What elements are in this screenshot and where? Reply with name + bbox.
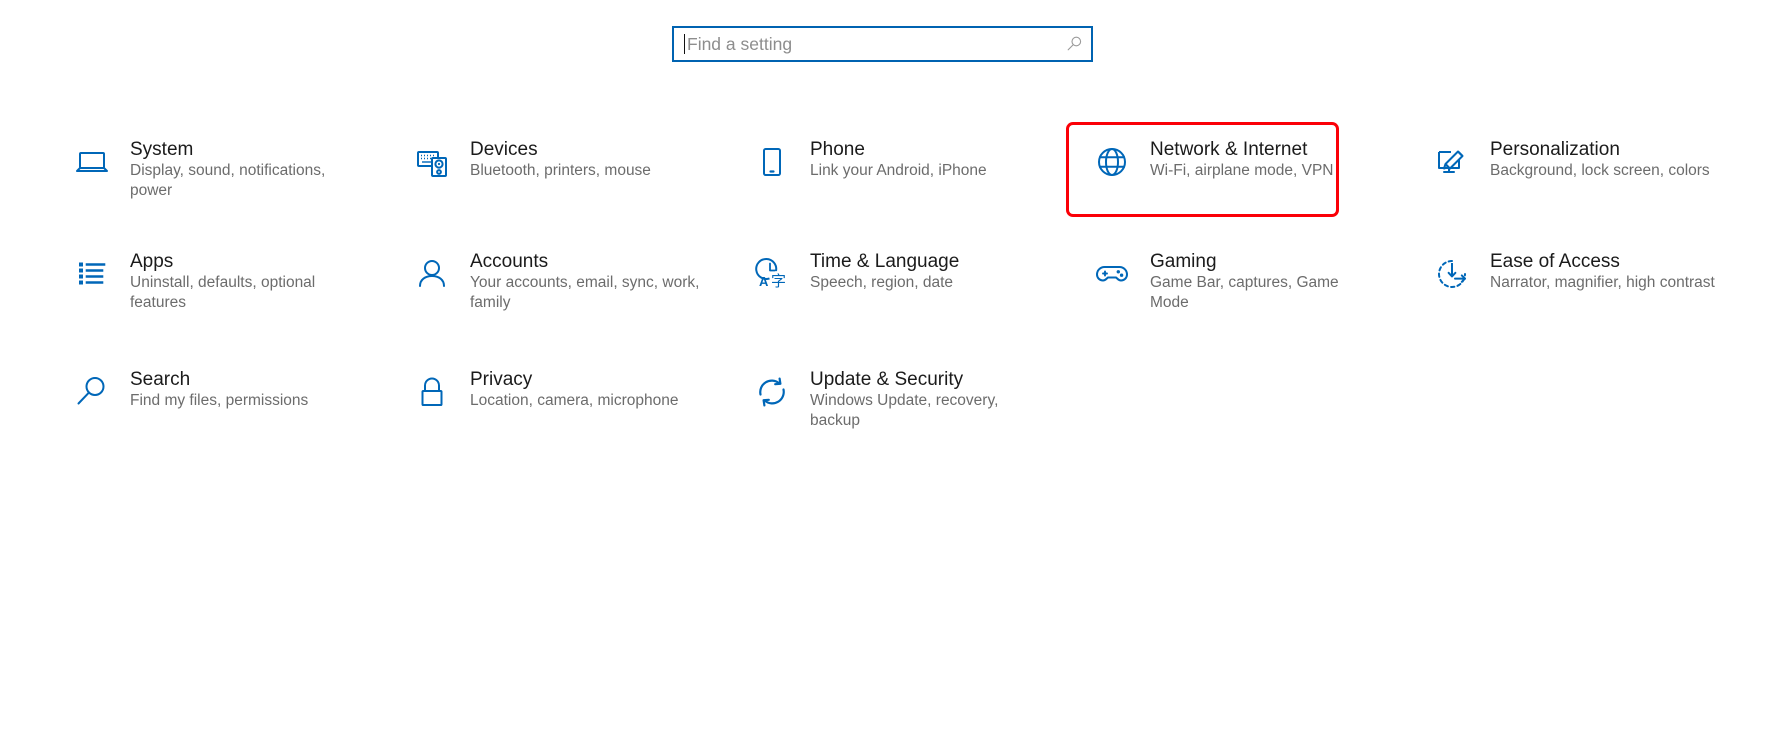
svg-text:字: 字 <box>771 272 786 290</box>
tile-text: Phone Link your Android, iPhone <box>810 138 987 181</box>
tile-title: Apps <box>130 251 174 272</box>
tile-devices[interactable]: Devices Bluetooth, printers, mouse <box>396 124 736 198</box>
bulleted-list-icon <box>70 252 114 296</box>
tile-text: Gaming Game Bar, captures, Game Mode <box>1150 250 1380 313</box>
tile-empty <box>1076 354 1416 382</box>
monitor-paintbrush-icon <box>1430 140 1474 184</box>
tile-title: Personalization <box>1490 139 1620 160</box>
tile-text: Network & Internet Wi-Fi, airplane mode,… <box>1150 138 1333 181</box>
tile-description: Bluetooth, printers, mouse <box>470 161 651 179</box>
tile-title: Phone <box>810 139 865 160</box>
gamepad-icon <box>1090 252 1134 296</box>
tile-description: Link your Android, iPhone <box>810 161 987 179</box>
laptop-icon <box>70 140 114 184</box>
tile-text: Devices Bluetooth, printers, mouse <box>470 138 651 181</box>
tile-network-and-internet[interactable]: Network & Internet Wi-Fi, airplane mode,… <box>1076 124 1416 198</box>
tile-row: Search Find my files, permissions Privac… <box>56 354 1756 472</box>
text-caret <box>684 34 685 54</box>
settings-search-bar[interactable] <box>672 26 1093 62</box>
tile-description: Display, sound, notifications, power <box>130 161 326 199</box>
tile-row: System Display, sound, notifications, po… <box>56 124 1756 236</box>
tile-text: Search Find my files, permissions <box>130 368 308 411</box>
search-icon[interactable] <box>1063 33 1085 55</box>
tile-ease-of-access[interactable]: Ease of Access Narrator, magnifier, high… <box>1416 236 1756 310</box>
tile-title: Privacy <box>470 369 533 390</box>
tile-title: Devices <box>470 139 538 160</box>
tile-privacy[interactable]: Privacy Location, camera, microphone <box>396 354 736 428</box>
padlock-icon <box>410 370 454 414</box>
tile-title: Gaming <box>1150 251 1217 272</box>
tile-text: Privacy Location, camera, microphone <box>470 368 679 411</box>
accessibility-clock-arrow-icon <box>1430 252 1474 296</box>
search-box[interactable] <box>672 26 1093 62</box>
tile-row: Apps Uninstall, defaults, optional featu… <box>56 236 1756 354</box>
tile-text: Apps Uninstall, defaults, optional featu… <box>130 250 360 313</box>
tile-text: Ease of Access Narrator, magnifier, high… <box>1490 250 1715 293</box>
tile-text: Update & Security Windows Update, recove… <box>810 368 1040 431</box>
keyboard-and-device-icon <box>410 140 454 184</box>
tile-gaming[interactable]: Gaming Game Bar, captures, Game Mode <box>1076 236 1416 327</box>
search-input[interactable] <box>687 33 1063 55</box>
tile-title: Time & Language <box>810 251 960 272</box>
tile-description: Windows Update, recovery, backup <box>810 391 999 429</box>
tile-description: Wi-Fi, airplane mode, VPN <box>1150 161 1334 179</box>
tile-description: Speech, region, date <box>810 273 954 291</box>
tile-text: System Display, sound, notifications, po… <box>130 138 360 201</box>
tile-text: Personalization Background, lock screen,… <box>1490 138 1710 181</box>
tile-description: Narrator, magnifier, high contrast <box>1490 273 1715 291</box>
tile-time-and-language[interactable]: A 字 Time & Language Speech, region, date <box>736 236 1076 310</box>
refresh-arrows-icon <box>750 370 794 414</box>
clock-language-icon: A 字 <box>750 252 794 296</box>
settings-tile-grid: System Display, sound, notifications, po… <box>56 124 1756 472</box>
tile-text: Accounts Your accounts, email, sync, wor… <box>470 250 700 313</box>
tile-apps[interactable]: Apps Uninstall, defaults, optional featu… <box>56 236 396 327</box>
tile-phone[interactable]: Phone Link your Android, iPhone <box>736 124 1076 198</box>
tile-description: Background, lock screen, colors <box>1490 161 1710 179</box>
tile-description: Location, camera, microphone <box>470 391 679 409</box>
tile-accounts[interactable]: Accounts Your accounts, email, sync, wor… <box>396 236 736 327</box>
tile-title: Update & Security <box>810 369 964 390</box>
tile-search[interactable]: Search Find my files, permissions <box>56 354 396 428</box>
tile-title: Accounts <box>470 251 549 272</box>
tile-title: Network & Internet <box>1150 139 1308 160</box>
tile-empty <box>1416 354 1756 382</box>
globe-icon <box>1090 140 1134 184</box>
tile-description: Uninstall, defaults, optional features <box>130 273 316 311</box>
tile-system[interactable]: System Display, sound, notifications, po… <box>56 124 396 215</box>
tile-title: Ease of Access <box>1490 251 1620 272</box>
smartphone-icon <box>750 140 794 184</box>
tile-description: Your accounts, email, sync, work, family <box>470 273 700 311</box>
tile-title: Search <box>130 369 191 390</box>
tile-update-and-security[interactable]: Update & Security Windows Update, recove… <box>736 354 1076 445</box>
tile-personalization[interactable]: Personalization Background, lock screen,… <box>1416 124 1756 198</box>
tile-description: Find my files, permissions <box>130 391 309 409</box>
tile-title: System <box>130 139 194 160</box>
person-icon <box>410 252 454 296</box>
svg-text:A: A <box>759 274 769 289</box>
tile-text: Time & Language Speech, region, date <box>810 250 959 293</box>
tile-description: Game Bar, captures, Game Mode <box>1150 273 1339 311</box>
magnifier-icon <box>70 370 114 414</box>
